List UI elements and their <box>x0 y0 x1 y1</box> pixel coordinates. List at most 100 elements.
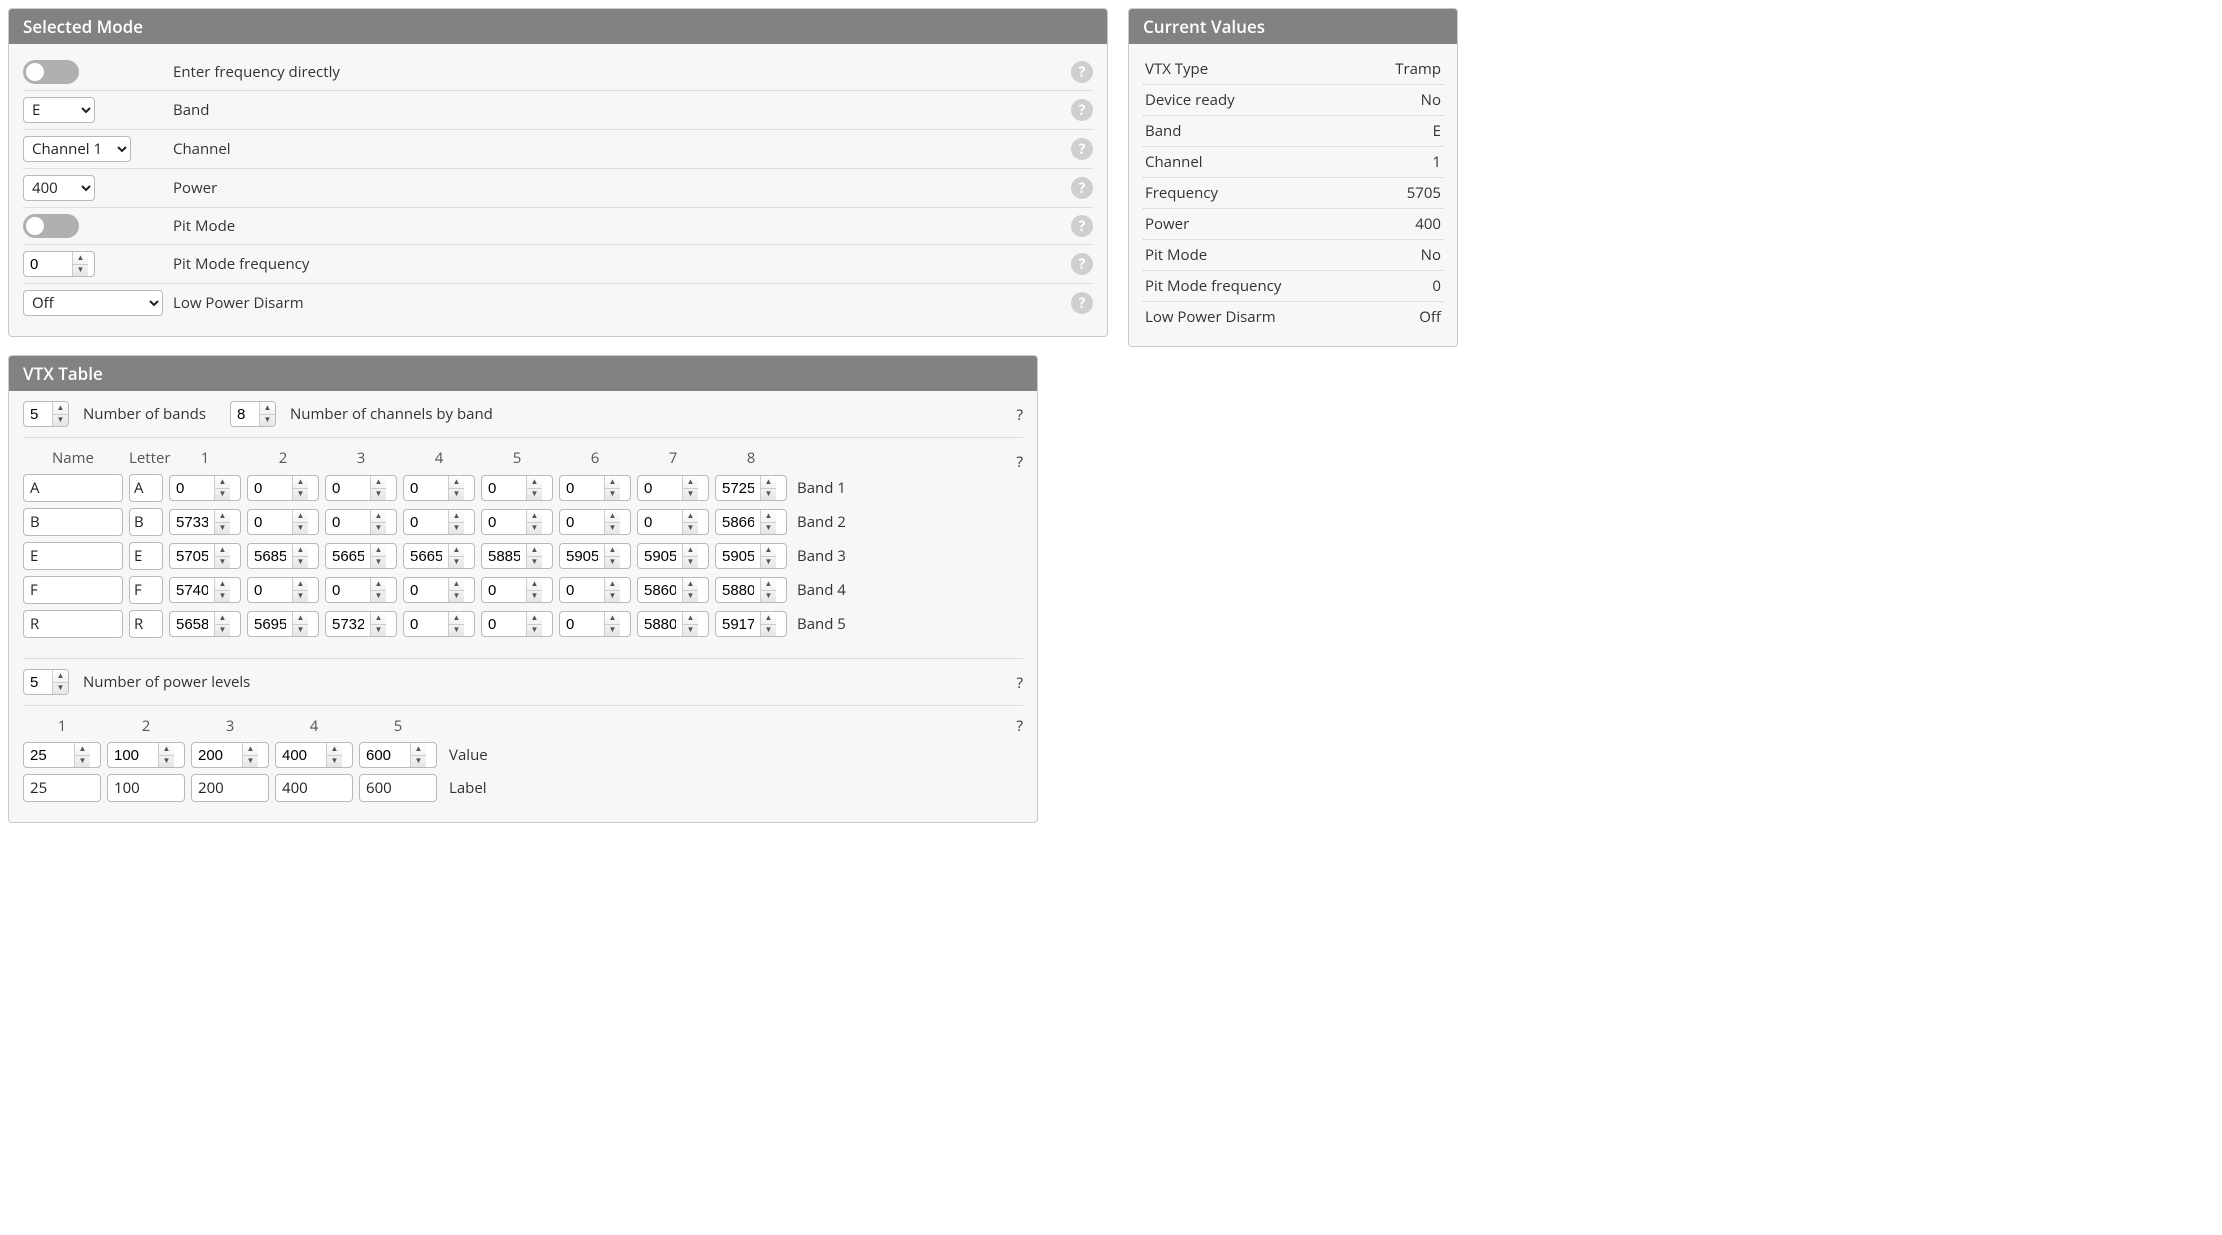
band-name-input[interactable] <box>23 576 123 604</box>
stepper-down-icon[interactable]: ▼ <box>605 523 620 535</box>
band-channel-input[interactable]: ▲▼ <box>715 577 787 603</box>
band-channel-input[interactable]: ▲▼ <box>169 611 241 637</box>
stepper-down-icon[interactable]: ▼ <box>243 756 258 768</box>
stepper-up-icon[interactable]: ▲ <box>761 544 776 557</box>
stepper-down-icon[interactable]: ▼ <box>215 489 230 501</box>
stepper-down-icon[interactable]: ▼ <box>73 265 88 277</box>
band-channel-input[interactable]: ▲▼ <box>403 577 475 603</box>
band-channel-input[interactable]: ▲▼ <box>715 543 787 569</box>
band-letter-input[interactable] <box>129 610 163 638</box>
stepper-up-icon[interactable]: ▲ <box>75 743 90 756</box>
stepper-down-icon[interactable]: ▼ <box>371 591 386 603</box>
power-label-input[interactable] <box>23 774 101 802</box>
stepper-down-icon[interactable]: ▼ <box>761 591 776 603</box>
band-channel-input[interactable]: ▲▼ <box>481 543 553 569</box>
stepper-up-icon[interactable]: ▲ <box>293 476 308 489</box>
stepper-up-icon[interactable]: ▲ <box>761 476 776 489</box>
stepper-up-icon[interactable]: ▲ <box>260 402 275 415</box>
band-channel-input[interactable]: ▲▼ <box>559 543 631 569</box>
band-channel-input[interactable]: ▲▼ <box>637 475 709 501</box>
stepper-down-icon[interactable]: ▼ <box>683 523 698 535</box>
band-name-input[interactable] <box>23 474 123 502</box>
power-value-input[interactable]: ▲▼ <box>107 742 185 768</box>
band-name-input[interactable] <box>23 610 123 638</box>
help-icon[interactable]: ? <box>1071 177 1093 199</box>
stepper-up-icon[interactable]: ▲ <box>605 578 620 591</box>
stepper-down-icon[interactable]: ▼ <box>605 625 620 637</box>
stepper-down-icon[interactable]: ▼ <box>215 523 230 535</box>
select-band[interactable]: E <box>23 97 95 123</box>
band-channel-input[interactable]: ▲▼ <box>325 475 397 501</box>
stepper-up-icon[interactable]: ▲ <box>449 510 464 523</box>
stepper-down-icon[interactable]: ▼ <box>293 625 308 637</box>
band-channel-input[interactable]: ▲▼ <box>559 475 631 501</box>
band-channel-input[interactable]: ▲▼ <box>559 577 631 603</box>
stepper-up-icon[interactable]: ▲ <box>371 510 386 523</box>
select-low-power-disarm[interactable]: Off <box>23 290 163 316</box>
stepper-up-icon[interactable]: ▲ <box>449 544 464 557</box>
help-icon[interactable]: ? <box>1071 215 1093 237</box>
stepper-up-icon[interactable]: ▲ <box>53 402 68 415</box>
power-label-input[interactable] <box>359 774 437 802</box>
power-value-input[interactable]: ▲▼ <box>23 742 101 768</box>
stepper-down-icon[interactable]: ▼ <box>53 415 68 427</box>
band-letter-input[interactable] <box>129 474 163 502</box>
band-channel-input[interactable]: ▲▼ <box>247 611 319 637</box>
stepper-down-icon[interactable]: ▼ <box>293 489 308 501</box>
band-channel-input[interactable]: ▲▼ <box>481 611 553 637</box>
toggle-pit-mode[interactable] <box>23 214 79 238</box>
power-label-input[interactable] <box>191 774 269 802</box>
stepper-down-icon[interactable]: ▼ <box>327 756 342 768</box>
band-letter-input[interactable] <box>129 508 163 536</box>
input-num-channels[interactable]: ▲▼ <box>230 401 276 427</box>
stepper-up-icon[interactable]: ▲ <box>327 743 342 756</box>
input-num-power-levels[interactable]: ▲▼ <box>23 669 69 695</box>
band-channel-input[interactable]: ▲▼ <box>247 509 319 535</box>
stepper-up-icon[interactable]: ▲ <box>215 510 230 523</box>
stepper-up-icon[interactable]: ▲ <box>527 612 542 625</box>
stepper-down-icon[interactable]: ▼ <box>527 557 542 569</box>
band-channel-input[interactable]: ▲▼ <box>559 509 631 535</box>
stepper-up-icon[interactable]: ▲ <box>683 476 698 489</box>
band-letter-input[interactable] <box>129 542 163 570</box>
stepper-down-icon[interactable]: ▼ <box>293 557 308 569</box>
power-value-input[interactable]: ▲▼ <box>275 742 353 768</box>
stepper-down-icon[interactable]: ▼ <box>761 489 776 501</box>
band-channel-input[interactable]: ▲▼ <box>637 577 709 603</box>
stepper-down-icon[interactable]: ▼ <box>761 557 776 569</box>
band-channel-input[interactable]: ▲▼ <box>169 543 241 569</box>
stepper-up-icon[interactable]: ▲ <box>683 510 698 523</box>
stepper-up-icon[interactable]: ▲ <box>683 612 698 625</box>
help-icon[interactable]: ? <box>1071 292 1093 314</box>
stepper-down-icon[interactable]: ▼ <box>605 489 620 501</box>
band-channel-input[interactable]: ▲▼ <box>247 577 319 603</box>
band-channel-input[interactable]: ▲▼ <box>403 509 475 535</box>
band-letter-input[interactable] <box>129 576 163 604</box>
help-icon[interactable]: ? <box>1017 405 1023 425</box>
stepper-up-icon[interactable]: ▲ <box>159 743 174 756</box>
stepper-down-icon[interactable]: ▼ <box>75 756 90 768</box>
band-name-input[interactable] <box>23 508 123 536</box>
band-channel-input[interactable]: ▲▼ <box>325 509 397 535</box>
band-channel-input[interactable]: ▲▼ <box>715 611 787 637</box>
band-channel-input[interactable]: ▲▼ <box>637 543 709 569</box>
stepper-down-icon[interactable]: ▼ <box>527 591 542 603</box>
stepper-up-icon[interactable]: ▲ <box>683 578 698 591</box>
band-channel-input[interactable]: ▲▼ <box>715 475 787 501</box>
stepper-down-icon[interactable]: ▼ <box>449 591 464 603</box>
stepper-up-icon[interactable]: ▲ <box>293 544 308 557</box>
help-icon[interactable]: ? <box>1017 716 1023 736</box>
band-channel-input[interactable]: ▲▼ <box>403 543 475 569</box>
stepper-up-icon[interactable]: ▲ <box>293 578 308 591</box>
stepper-down-icon[interactable]: ▼ <box>449 489 464 501</box>
stepper-up-icon[interactable]: ▲ <box>371 612 386 625</box>
stepper-up-icon[interactable]: ▲ <box>215 476 230 489</box>
stepper-down-icon[interactable]: ▼ <box>449 557 464 569</box>
stepper-down-icon[interactable]: ▼ <box>411 756 426 768</box>
stepper-up-icon[interactable]: ▲ <box>371 476 386 489</box>
band-channel-input[interactable]: ▲▼ <box>247 543 319 569</box>
stepper-down-icon[interactable]: ▼ <box>371 523 386 535</box>
stepper-up-icon[interactable]: ▲ <box>293 510 308 523</box>
stepper-down-icon[interactable]: ▼ <box>527 489 542 501</box>
stepper-up-icon[interactable]: ▲ <box>605 612 620 625</box>
